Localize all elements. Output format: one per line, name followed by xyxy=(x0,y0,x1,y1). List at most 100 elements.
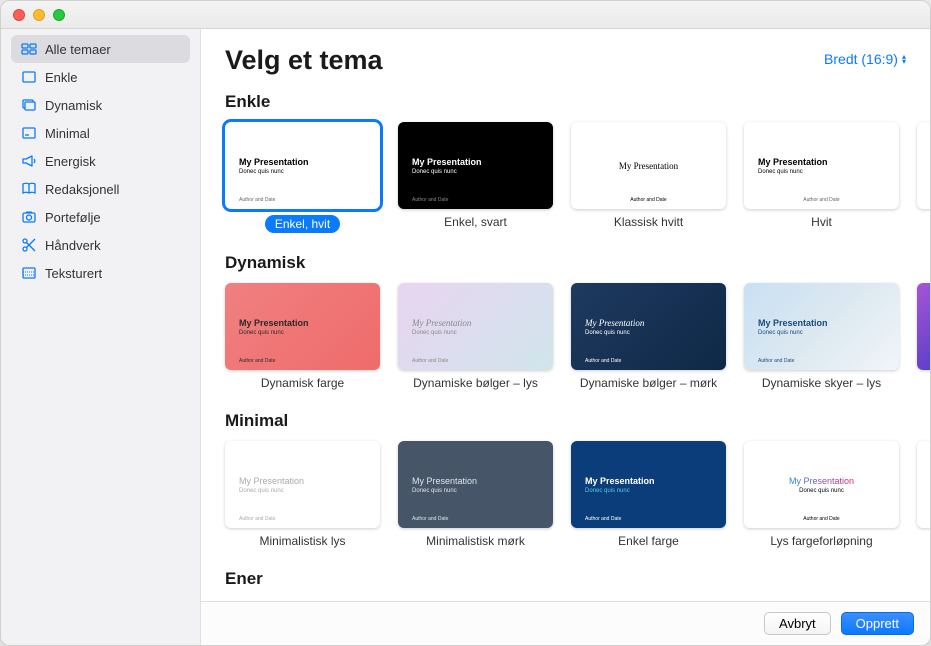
thumb-footer: Author and Date xyxy=(412,516,448,522)
section-title: Minimal xyxy=(225,411,930,431)
template-thumbnail: My PresentationDonec quis nuncAuthor and… xyxy=(744,441,899,528)
minimal-icon xyxy=(21,125,37,141)
template-thumbnail: My Presentation Donec quis nunc Author and… xyxy=(225,441,380,528)
footer: Avbryt Opprett xyxy=(201,601,930,645)
sidebar-item-label: Redaksjonell xyxy=(45,182,119,197)
template-thumbnail: My Presentation Donec quis nunc Author and… xyxy=(571,283,726,370)
layers-icon xyxy=(21,97,37,113)
thumb-footer: Author and Date xyxy=(744,197,899,203)
template-item[interactable]: My Presentation Donec quis nunc Author and… xyxy=(225,441,380,549)
thumb-subtitle: Donec quis nunc xyxy=(412,169,539,175)
template-thumbnail: My Presentation Donec quis nunc Author and… xyxy=(225,122,380,209)
template-thumbnail xyxy=(917,122,930,209)
template-label: Dynamisk farge xyxy=(261,376,344,390)
thumb-subtitle: Donec quis nunc xyxy=(585,488,712,494)
template-item[interactable]: My PresentationDonec quis nuncAuthor and… xyxy=(398,122,553,233)
template-item[interactable]: My PresentationDonec quis nuncAuthor and… xyxy=(744,283,899,391)
template-item[interactable]: My Presentation Donec quis nunc Author and… xyxy=(571,283,726,391)
main-header: Velg et tema Bredt (16:9) ▴▾ xyxy=(201,29,930,80)
thumb-footer: Author and Date xyxy=(585,358,621,364)
maximize-window-button[interactable] xyxy=(53,9,65,21)
thumb-title: My Presentation xyxy=(585,476,712,486)
sidebar-item-håndverk[interactable]: Håndverk xyxy=(11,231,190,259)
sidebar-item-energisk[interactable]: Energisk xyxy=(11,147,190,175)
thumb-footer: Author and Date xyxy=(585,516,621,522)
template-label: Minimalistisk lys xyxy=(259,534,345,548)
template-thumbnail: My PresentationDonec quis nuncAuthor and… xyxy=(398,283,553,370)
thumb-footer: Author and Date xyxy=(239,358,275,364)
sidebar-item-label: Dynamisk xyxy=(45,98,102,113)
thumb-title: My Presentation xyxy=(789,476,854,486)
aspect-ratio-label: Bredt (16:9) xyxy=(824,51,898,67)
megaphone-icon xyxy=(21,153,37,169)
template-item-partial[interactable] xyxy=(917,283,930,391)
theme-chooser-window: Alle temaer Enkle Dynamisk Minimal Energisk R… xyxy=(0,0,931,646)
aspect-ratio-selector[interactable]: Bredt (16:9) ▴▾ xyxy=(824,51,906,67)
template-item[interactable]: My PresentationDonec quis nuncAuthor and… xyxy=(744,122,899,233)
thumb-title: My Presentation xyxy=(619,161,678,171)
template-item[interactable]: My Presentation Donec quis nunc Author and… xyxy=(398,441,553,549)
square-icon xyxy=(21,69,37,85)
book-icon xyxy=(21,181,37,197)
minimize-window-button[interactable] xyxy=(33,9,45,21)
template-thumbnail: My Presentation Donec quis nunc Author and… xyxy=(571,441,726,528)
template-gallery[interactable]: EnkleMy PresentationDonec quis nuncAutho… xyxy=(201,80,930,601)
thumb-subtitle: Donec quis nunc xyxy=(585,330,712,336)
thumb-title: My Presentation xyxy=(412,476,539,486)
template-label: Enkel, svart xyxy=(444,215,507,229)
template-label: Minimalistisk mørk xyxy=(426,534,525,548)
thumb-title: My Presentation xyxy=(239,476,366,486)
sidebar-item-teksturert[interactable]: Teksturert xyxy=(11,259,190,287)
sidebar-item-label: Minimal xyxy=(45,126,90,141)
thumb-footer: Author and Date xyxy=(571,197,726,203)
template-label: Dynamiske skyer – lys xyxy=(762,376,881,390)
thumb-footer: Author and Date xyxy=(239,197,275,203)
sidebar-item-label: Håndverk xyxy=(45,238,101,253)
sidebar-item-dynamisk[interactable]: Dynamisk xyxy=(11,91,190,119)
thumb-title: My Presentation xyxy=(239,318,366,328)
thumb-footer: Author and Date xyxy=(239,516,275,522)
thumb-subtitle: Donec quis nunc xyxy=(239,330,366,336)
template-row: My Presentation Donec quis nunc Author and… xyxy=(225,283,930,391)
template-item[interactable]: My PresentationDonec quis nuncAuthor and… xyxy=(744,441,899,549)
thumb-footer: Author and Date xyxy=(412,358,448,364)
sidebar-item-label: Enkle xyxy=(45,70,78,85)
template-thumbnail: My PresentationDonec quis nuncAuthor and… xyxy=(744,122,899,209)
thumb-title: My Presentation xyxy=(758,157,885,167)
titlebar xyxy=(1,1,930,29)
sidebar-item-enkle[interactable]: Enkle xyxy=(11,63,190,91)
template-thumbnail: My PresentationDonec quis nuncAuthor and… xyxy=(398,122,553,209)
thumb-subtitle: Donec quis nunc xyxy=(239,169,366,175)
template-item[interactable]: My Presentation Donec quis nunc Author and… xyxy=(225,283,380,391)
template-item[interactable]: My Presentation Donec quis nunc Author and… xyxy=(571,441,726,549)
thumb-subtitle: Donec quis nunc xyxy=(239,488,366,494)
template-item[interactable]: My PresentationDonec quis nuncAuthor and… xyxy=(398,283,553,391)
template-label: Klassisk hvitt xyxy=(614,215,683,229)
thumb-title: My Presentation xyxy=(412,157,539,167)
template-thumbnail: My Presentation Donec quis nunc Author and… xyxy=(398,441,553,528)
template-item[interactable]: My PresentationDonec quis nuncAuthor and… xyxy=(571,122,726,233)
camera-icon xyxy=(21,209,37,225)
template-label: Hvit xyxy=(811,215,832,229)
thumb-footer: Author and Date xyxy=(744,516,899,522)
template-item[interactable]: My Presentation Donec quis nunc Author and… xyxy=(225,122,380,233)
thumb-title: My Presentation xyxy=(585,318,712,328)
sidebar-item-portefølje[interactable]: Portefølje xyxy=(11,203,190,231)
scissors-icon xyxy=(21,237,37,253)
sidebar-item-minimal[interactable]: Minimal xyxy=(11,119,190,147)
cancel-button[interactable]: Avbryt xyxy=(764,612,831,635)
grid-icon xyxy=(21,41,37,57)
sidebar-item-alle-temaer[interactable]: Alle temaer xyxy=(11,35,190,63)
template-item-partial[interactable] xyxy=(917,122,930,233)
template-label: Enkel, hvit xyxy=(265,215,340,233)
create-button[interactable]: Opprett xyxy=(841,612,914,635)
template-label: Enkel farge xyxy=(618,534,679,548)
close-window-button[interactable] xyxy=(13,9,25,21)
sidebar: Alle temaer Enkle Dynamisk Minimal Energisk R… xyxy=(1,29,201,645)
template-label: Lys fargeforløpning xyxy=(770,534,872,548)
template-item-partial[interactable] xyxy=(917,441,930,549)
thumb-subtitle: Donec quis nunc xyxy=(412,488,539,494)
sidebar-item-redaksjonell[interactable]: Redaksjonell xyxy=(11,175,190,203)
thumb-title: My Presentation xyxy=(758,318,885,328)
thumb-title: My Presentation xyxy=(239,157,366,167)
